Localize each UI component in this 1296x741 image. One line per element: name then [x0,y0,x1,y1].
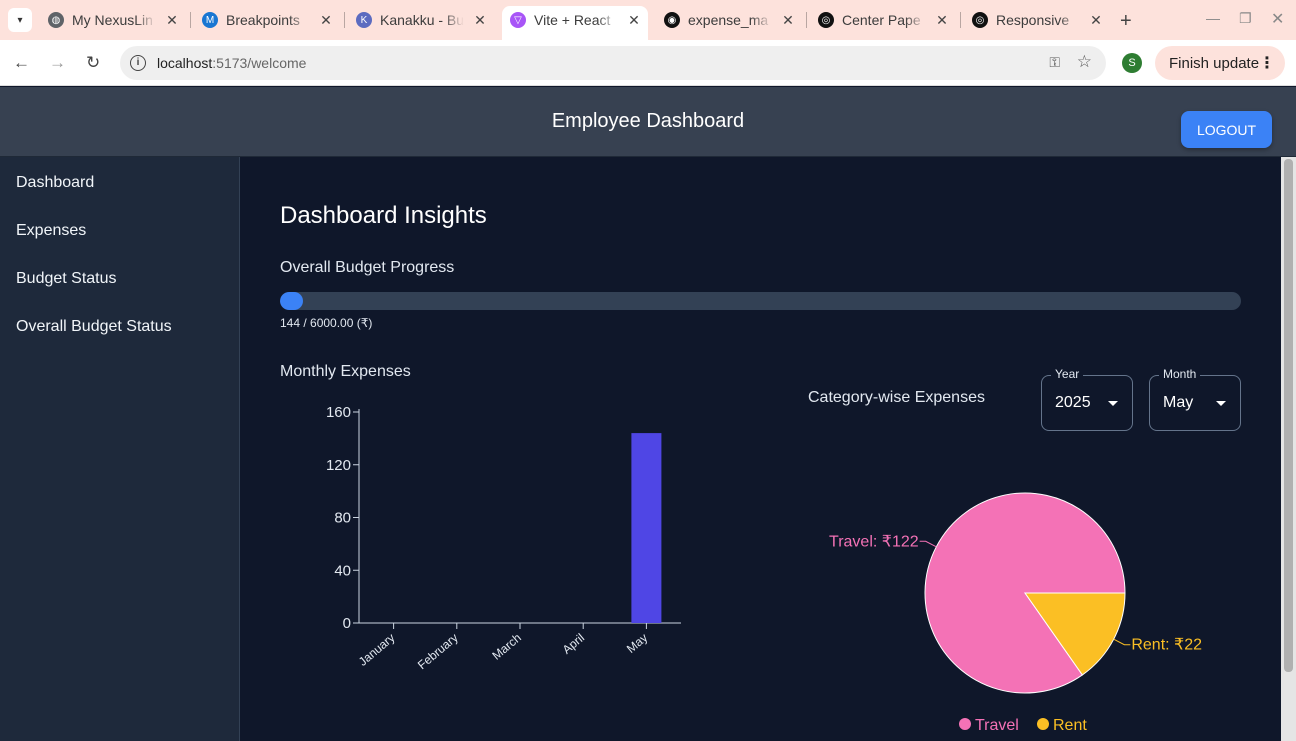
category-expenses-heading: Category-wise Expenses [808,389,985,406]
monthly-expenses-heading: Monthly Expenses [280,363,411,380]
year-select[interactable]: Year 2025 [1041,367,1133,431]
restore-icon[interactable]: ❐ [1239,10,1252,27]
browser-tab[interactable]: ◉ expense_ma ✕ [656,6,802,34]
browser-toolbar: ← → ↻ i localhost:5173/welcome ⚿ ☆ S Fin… [0,40,1296,86]
tab-favicon-icon: M [202,12,218,28]
monthly-expenses-chart: 0 40 80 120 160 January February March April May [326,404,681,673]
browser-tab[interactable]: M Breakpoints ✕ [194,6,340,34]
logout-button[interactable]: LOGOUT [1181,111,1272,148]
close-window-icon[interactable]: ✕ [1271,9,1284,29]
y-tick-label: 120 [326,457,351,474]
browser-tab-bar: ▾ ◍ My NexusLin ✕ M Breakpoints ✕ K Kanakku - B… [0,0,1296,40]
tab-title: Vite + React [534,12,611,28]
browser-tab[interactable]: ◎ Center Pape ✕ [810,6,956,34]
insights-heading: Dashboard Insights [280,202,487,229]
tab-separator [960,12,961,28]
profile-avatar[interactable]: S [1122,53,1142,73]
month-select-label: Month [1159,367,1201,381]
forward-icon[interactable]: → [49,53,66,73]
tab-favicon-icon: ◎ [972,12,988,28]
tab-title: expense_ma [688,12,769,28]
legend-label: Rent [1053,717,1087,734]
reload-icon[interactable]: ↻ [86,53,100,73]
url-text[interactable]: localhost:5173/welcome [157,55,306,71]
tab-title: Kanakku - Bu [380,12,464,28]
legend-swatch [1037,718,1049,730]
tab-separator [344,12,345,28]
tab-separator [806,12,807,28]
tab-separator [190,12,191,28]
bar-may [631,433,662,623]
browser-tab[interactable]: ◎ Responsive ✕ [964,6,1110,34]
sidebar-item-budget-status[interactable]: Budget Status [16,270,117,288]
y-tick-label: 160 [326,404,351,421]
sidebar-item-expenses[interactable]: Expenses [16,222,86,240]
pie-slice-label: Rent: ₹22 [1131,637,1202,654]
tab-title: Responsive [996,12,1070,28]
x-tick-label: February [415,631,461,673]
pie-label-line [1113,638,1131,646]
tab-favicon-icon: K [356,12,372,28]
tab-close-icon[interactable]: ✕ [1088,12,1104,29]
tab-close-icon[interactable]: ✕ [318,12,334,29]
sidebar-item-dashboard[interactable]: Dashboard [16,174,94,192]
legend-label: Travel [975,717,1019,734]
x-tick-label: April [560,631,587,657]
page-scrollbar[interactable] [1281,157,1296,741]
app-header: Employee Dashboard LOGOUT [0,87,1296,157]
back-icon[interactable]: ← [13,53,30,73]
tab-favicon-icon: ◍ [48,12,64,28]
tab-favicon-icon: ◎ [818,12,834,28]
chevron-down-icon [1108,401,1118,406]
month-select[interactable]: Month May [1149,367,1241,431]
tab-favicon-icon: ◉ [664,12,680,28]
year-select-label: Year [1051,367,1084,381]
tab-close-icon[interactable]: ✕ [780,12,796,29]
sidebar: Dashboard Expenses Budget Status Overall… [0,157,240,741]
site-info-icon[interactable]: i [130,55,146,71]
new-tab-button[interactable]: + [1120,10,1132,33]
tab-search-button[interactable]: ▾ [8,8,32,32]
tab-favicon-icon: ▽ [510,12,526,28]
x-tick-label: May [624,631,650,656]
tab-close-icon[interactable]: ✕ [934,12,950,29]
minimize-icon[interactable]: — [1206,10,1220,26]
page-title: Employee Dashboard [551,110,745,132]
chevron-down-icon [1216,401,1226,406]
tab-close-icon[interactable]: ✕ [626,12,642,29]
budget-progress-text: 144 / 6000.00 (₹) [280,316,373,330]
tab-close-icon[interactable]: ✕ [164,12,180,29]
tab-title: Center Pape [842,12,921,28]
budget-progress-fill [280,292,304,310]
x-tick-label: March [489,631,524,663]
pie-label-line [919,540,937,548]
address-bar[interactable]: i localhost:5173/welcome ⚿ ☆ [120,46,1106,80]
password-key-icon[interactable]: ⚿ [1049,54,1060,71]
budget-progress-heading: Overall Budget Progress [280,259,455,276]
year-select-value: 2025 [1055,394,1091,411]
tab-title: My NexusLin [72,12,153,28]
sidebar-item-overall-budget-status[interactable]: Overall Budget Status [16,318,172,336]
more-menu-icon[interactable]: ⋮ [1259,53,1275,73]
browser-tab[interactable]: ◍ My NexusLin ✕ [40,6,186,34]
scrollbar-thumb[interactable] [1284,159,1293,672]
tab-close-icon[interactable]: ✕ [472,12,488,29]
y-tick-label: 40 [334,562,351,579]
month-select-value: May [1163,394,1194,411]
budget-progress-bar [280,292,1241,310]
x-tick-label: January [356,631,398,669]
finish-update-button[interactable]: Finish update ⋮ [1155,46,1285,80]
browser-tab[interactable]: K Kanakku - Bu ✕ [348,6,494,34]
y-tick-label: 0 [343,615,351,632]
main-content: Dashboard Insights Overall Budget Progre… [240,157,1281,741]
category-expenses-chart: Travel: ₹122 Rent: ₹22 Travel Rent [829,492,1202,734]
legend-swatch [959,718,971,730]
browser-tab[interactable]: ▽ Vite + React ✕ [502,6,648,40]
tab-title: Breakpoints [226,12,300,28]
pie-slice-label: Travel: ₹122 [829,533,919,550]
bookmark-star-icon[interactable]: ☆ [1077,52,1092,72]
y-tick-label: 80 [334,510,351,527]
